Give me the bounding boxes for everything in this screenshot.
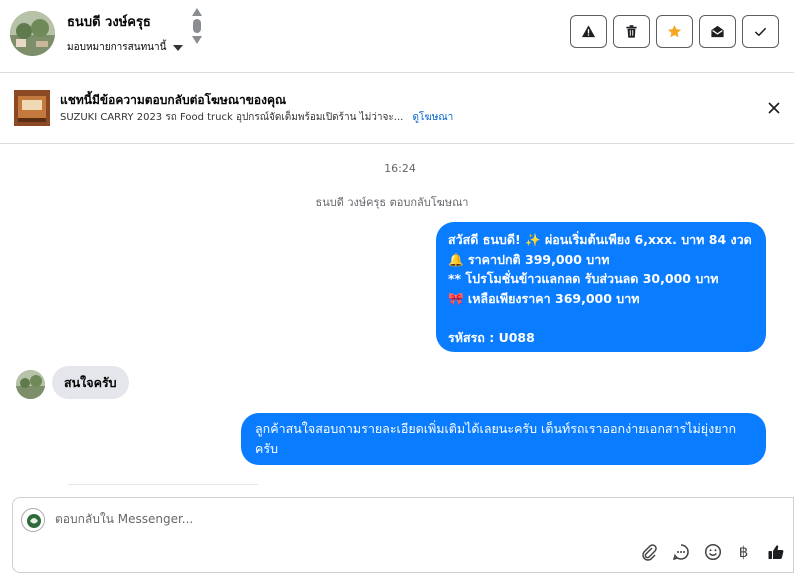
emoji-icon — [704, 543, 721, 560]
arrow-up-icon[interactable] — [192, 8, 202, 16]
attach-button[interactable] — [639, 542, 658, 561]
done-button[interactable] — [742, 15, 779, 48]
trash-icon — [626, 25, 637, 38]
outgoing-message-bubble[interactable]: สวัสดี ธนบดี! ✨ ผ่อนเริ่มต้นเพียง 6,xxx.… — [436, 222, 766, 352]
ad-thumbnail[interactable] — [14, 90, 50, 126]
assign-conversation-dropdown[interactable]: มอบหมายการสนทนานี้ — [67, 40, 184, 55]
arrow-down-icon[interactable] — [192, 36, 202, 44]
incoming-message-bubble[interactable]: สนใจครับ — [52, 366, 129, 399]
message-timestamp: 16:24 — [384, 162, 416, 175]
payment-button[interactable]: ฿ — [734, 542, 753, 561]
payment-icon: ฿ — [738, 542, 749, 561]
outgoing-message-bubble[interactable]: ลูกค้าสนใจสอบถามรายละเอียดเพิ่มเติมได้เล… — [241, 413, 766, 465]
message-line: 🔔 ราคาปกติ 399,000 บาท — [448, 251, 610, 267]
messenger-page-avatar — [21, 508, 45, 532]
conversation-nav-stepper[interactable] — [190, 8, 204, 58]
saved-replies-icon — [672, 543, 689, 560]
saved-replies-button[interactable] — [671, 542, 690, 561]
message-line: รหัสรถ : U088 — [448, 329, 535, 345]
caret-down-icon — [173, 44, 184, 51]
warning-icon — [581, 25, 596, 38]
message-line: ** โปรโมชั่นข้าวแลกลด รับส่วนลด 30,000 บ… — [448, 271, 719, 286]
thumbs-up-icon — [768, 544, 783, 559]
message-line — [448, 308, 754, 328]
star-button[interactable] — [656, 15, 693, 48]
conversation-header: ธนบดี วงษ์ครุธ มอบหมายการสนทนานี้ — [0, 0, 794, 73]
attach-icon — [641, 543, 657, 561]
view-ad-link[interactable]: ดูโฆษณา — [412, 112, 453, 123]
contact-avatar[interactable] — [10, 11, 55, 56]
message-line: สวัสดี ธนบดี! ✨ ผ่อนเริ่มต้นเพียง 6,xxx.… — [448, 232, 752, 247]
reply-input[interactable]: ตอบกลับใน Messenger... — [55, 510, 193, 529]
envelope-open-icon — [711, 25, 724, 38]
assign-label: มอบหมายการสนทนานี้ — [67, 42, 167, 53]
emoji-button[interactable] — [703, 542, 722, 561]
mark-unread-button[interactable] — [699, 15, 736, 48]
check-icon — [754, 27, 767, 37]
close-banner-button[interactable] — [766, 100, 782, 116]
close-icon — [768, 102, 780, 114]
report-button[interactable] — [570, 15, 607, 48]
star-icon — [667, 24, 682, 38]
divider — [68, 484, 258, 485]
message-composer[interactable]: ตอบกลับใน Messenger... ฿ — [12, 497, 794, 573]
stepper-handle — [193, 19, 201, 33]
ad-description-text: SUZUKI CARRY 2023 รถ Food truck อุปกรณ์จ… — [60, 112, 404, 123]
thumbs-up-button[interactable] — [766, 542, 785, 561]
ad-title: แชทนี้มีข้อความตอบกลับต่อโฆษณาของคุณ — [60, 93, 287, 107]
ad-reply-note: ธนบดี วงษ์ครุธ ตอบกลับโฆษณา — [315, 196, 469, 209]
contact-name[interactable]: ธนบดี วงษ์ครุธ — [67, 11, 151, 32]
message-line: 🎀 เหลือเพียงราคา 369,000 บาท — [448, 290, 640, 306]
ad-description: SUZUKI CARRY 2023 รถ Food truck อุปกรณ์จ… — [60, 110, 453, 125]
ad-reply-banner: แชทนี้มีข้อความตอบกลับต่อโฆษณาของคุณ SUZ… — [0, 74, 794, 144]
delete-button[interactable] — [613, 15, 650, 48]
contact-avatar-small[interactable] — [16, 370, 45, 399]
